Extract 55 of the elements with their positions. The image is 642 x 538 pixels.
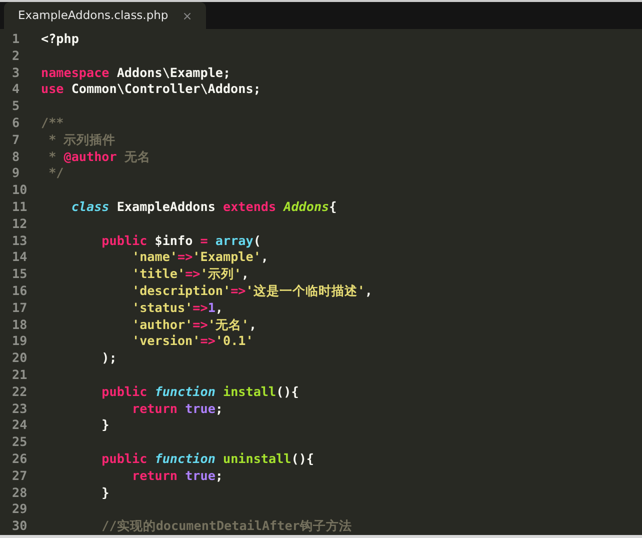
code-line: public function uninstall(){ xyxy=(100,450,314,468)
code-line: /** xyxy=(41,114,64,132)
line-number: 14 xyxy=(11,249,28,266)
code-line: //实现的documentDetailAfter钩子方法 xyxy=(100,518,352,535)
code-line: 'version'=>'0.1' xyxy=(130,333,254,350)
line-number: 30 xyxy=(11,518,28,535)
code-line: 'title'=>'示列', xyxy=(130,266,249,283)
code-line: use Common\Controller\Addons; xyxy=(41,81,261,98)
code-line: 'name'=>'Example', xyxy=(130,249,268,266)
line-number: 7 xyxy=(11,132,21,149)
line-number: 1 xyxy=(11,31,21,48)
code-line: * @author 无名 xyxy=(48,148,150,166)
line-number: 17 xyxy=(11,300,28,317)
line-number: 23 xyxy=(11,400,28,418)
code-line: } xyxy=(100,484,110,502)
line-number: 2 xyxy=(11,48,21,65)
code-line: ); xyxy=(100,350,117,367)
line-number: 8 xyxy=(11,148,21,166)
code-line: } xyxy=(100,417,110,434)
line-number: 16 xyxy=(11,282,28,300)
line-number: 24 xyxy=(11,417,28,434)
line-number: 9 xyxy=(11,165,21,182)
line-number: 3 xyxy=(11,64,21,82)
line-number: 27 xyxy=(11,468,28,485)
code-line: return true; xyxy=(130,468,223,485)
code-line: * 示列插件 xyxy=(48,132,116,149)
line-number: 10 xyxy=(11,182,28,199)
line-number: 26 xyxy=(11,450,28,468)
code-line: 'status'=>1, xyxy=(130,300,224,317)
line-number: 4 xyxy=(11,81,21,98)
line-number: 19 xyxy=(11,333,28,350)
code-line: 'author'=>'无名', xyxy=(130,316,257,334)
code-line: class ExampleAddons extends Addons{ xyxy=(70,198,337,216)
code-line: public function install(){ xyxy=(100,384,299,401)
line-number: 18 xyxy=(11,316,28,334)
line-number: 15 xyxy=(11,266,28,283)
line-number: 6 xyxy=(11,114,21,132)
code-line: <?php xyxy=(41,31,79,48)
code-line: public $info = array( xyxy=(100,232,261,250)
close-icon[interactable]: × xyxy=(182,6,192,24)
line-number: 5 xyxy=(11,98,21,115)
code-line: namespace Addons\Example; xyxy=(41,64,231,82)
line-number: 28 xyxy=(11,484,28,502)
code-line: */ xyxy=(48,165,64,182)
line-number: 29 xyxy=(11,501,28,518)
line-number: 11 xyxy=(11,198,28,216)
line-number: 12 xyxy=(11,216,28,233)
line-number: 20 xyxy=(11,350,28,367)
line-number: 21 xyxy=(11,366,28,384)
line-number: 13 xyxy=(11,232,28,250)
line-number: 25 xyxy=(11,434,28,451)
code-line: return true; xyxy=(130,400,223,418)
code-line: 'description'=>'这是一个临时描述', xyxy=(130,282,372,300)
line-number: 22 xyxy=(11,384,28,401)
file-tab[interactable]: ExampleAddons.class.php × xyxy=(4,2,206,29)
